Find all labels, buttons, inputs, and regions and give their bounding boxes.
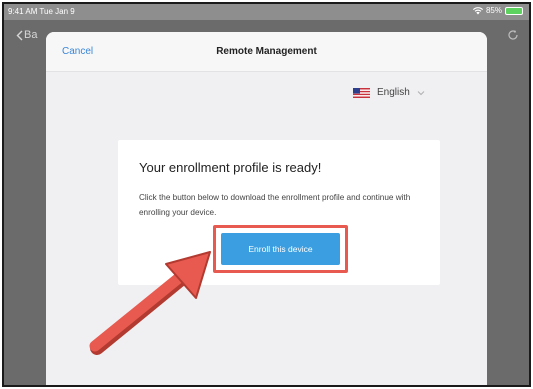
card-description: Click the button below to download the e… bbox=[139, 193, 411, 217]
browser-back-button[interactable]: Ba bbox=[16, 29, 37, 41]
sheet-title: Remote Management bbox=[216, 46, 317, 57]
reload-icon[interactable] bbox=[507, 29, 519, 41]
card-heading: Your enrollment profile is ready! bbox=[139, 160, 322, 175]
status-bar: 9:41 AM Tue Jan 9 85% bbox=[4, 4, 529, 20]
remote-management-sheet: Cancel Remote Management English Your en… bbox=[46, 32, 487, 385]
chevron-left-icon bbox=[16, 30, 23, 40]
enroll-button-highlight: Enroll this device bbox=[213, 225, 348, 273]
enrollment-card: Your enrollment profile is ready! Click … bbox=[118, 140, 440, 285]
battery-percent: 85% bbox=[485, 6, 502, 15]
language-selector[interactable]: English bbox=[353, 87, 425, 98]
status-indicators: 85% bbox=[472, 6, 523, 15]
ipad-screen: 9:41 AM Tue Jan 9 85% Ba Cancel Remote M… bbox=[2, 2, 531, 387]
us-flag-icon bbox=[353, 87, 370, 98]
enroll-device-button[interactable]: Enroll this device bbox=[221, 233, 340, 265]
language-label: English bbox=[377, 87, 410, 98]
status-time: 9:41 AM Tue Jan 9 bbox=[8, 7, 75, 16]
battery-icon bbox=[505, 6, 523, 15]
sheet-header: Cancel Remote Management bbox=[46, 32, 487, 72]
chevron-down-icon bbox=[417, 90, 425, 95]
back-label: Ba bbox=[24, 29, 38, 41]
wifi-icon bbox=[472, 6, 483, 14]
